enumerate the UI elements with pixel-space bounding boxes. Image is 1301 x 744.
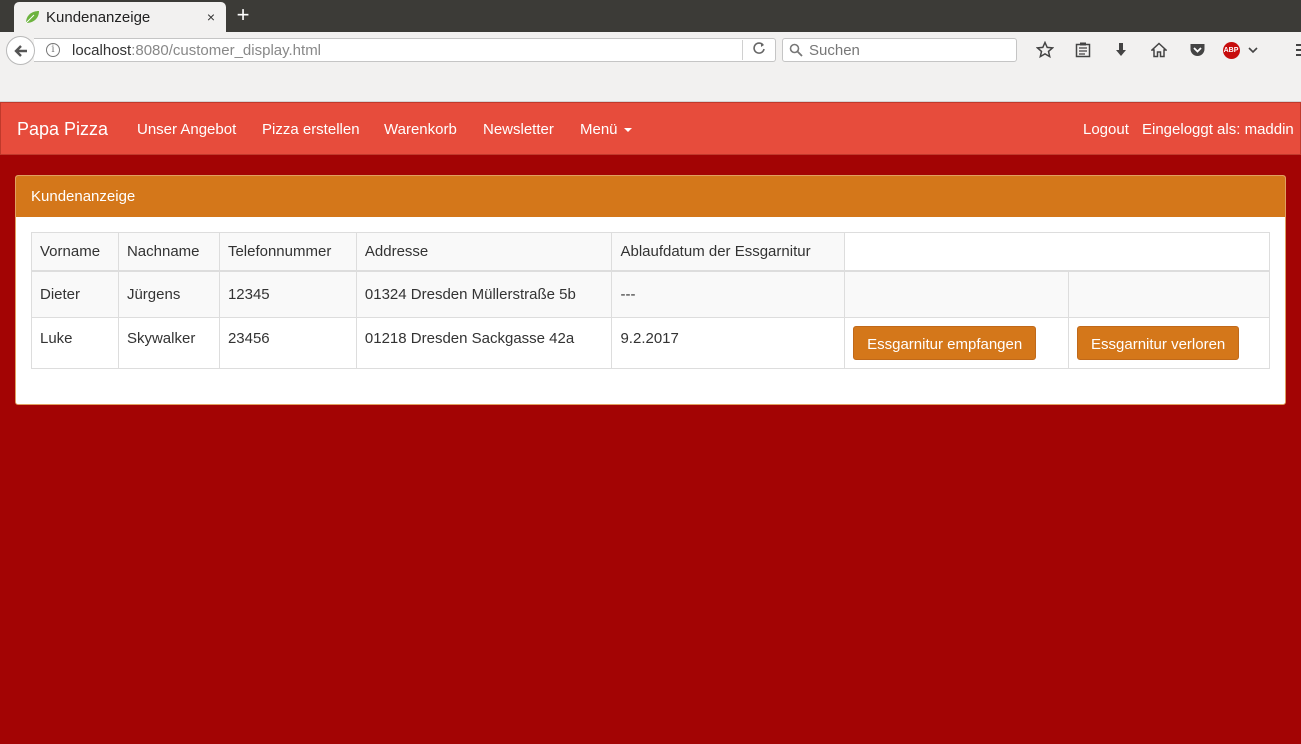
table-header-row: Vorname Nachname Telefonnummer Addresse …: [31, 232, 1270, 272]
panel-title: Kundenanzeige: [16, 176, 1285, 217]
logged-in-user[interactable]: Eingeloggt als: maddin: [1142, 103, 1294, 156]
adblock-badge: ABP: [1222, 41, 1240, 59]
caret-down-icon: [623, 128, 632, 133]
cell-nachname: Skywalker: [117, 317, 220, 369]
home-icon[interactable]: [1140, 38, 1178, 62]
url-path: :8080/customer_display.html: [131, 41, 322, 59]
nav-item-menu-dropdown[interactable]: Menü: [580, 103, 632, 156]
cell-action-lost: Essgarnitur verloren: [1068, 317, 1270, 369]
back-button[interactable]: [6, 36, 35, 65]
nav-item-warenkorb[interactable]: Warenkorb: [384, 103, 457, 156]
search-icon: [789, 43, 803, 57]
cell-action-empty: [844, 270, 1070, 318]
col-header-addresse: Addresse: [355, 232, 613, 272]
reload-icon[interactable]: [743, 41, 775, 59]
bookmark-star-icon[interactable]: [1026, 38, 1064, 62]
col-header-nachname: Nachname: [117, 232, 220, 272]
browser-toolbar-icons: ABP: [1026, 38, 1301, 62]
cell-telefon: 12345: [218, 270, 357, 318]
cell-telefon: 23456: [218, 317, 357, 369]
reading-list-icon[interactable]: [1064, 38, 1102, 62]
info-icon[interactable]: i: [46, 43, 60, 57]
close-tab-icon[interactable]: ×: [200, 9, 222, 25]
new-tab-button[interactable]: +: [232, 4, 254, 28]
cell-vorname: Dieter: [31, 270, 119, 318]
url-text[interactable]: localhost:8080/customer_display.html: [72, 42, 742, 59]
chevron-down-icon[interactable]: [1246, 38, 1260, 62]
menu-label: Menü: [580, 121, 618, 138]
col-header-actions: [844, 232, 1270, 272]
col-header-ablaufdatum: Ablaufdatum der Essgarnitur: [611, 232, 846, 272]
essgarnitur-empfangen-button[interactable]: Essgarnitur empfangen: [853, 326, 1037, 360]
cell-ablaufdatum: 9.2.2017: [611, 317, 846, 369]
logout-link[interactable]: Logout: [1083, 103, 1129, 156]
pocket-icon[interactable]: [1178, 38, 1216, 62]
tab-title: Kundenanzeige: [46, 8, 151, 26]
cell-adresse: 01324 Dresden Müllerstraße 5b: [355, 270, 613, 318]
col-header-telefonnummer: Telefonnummer: [218, 232, 357, 272]
brand-link[interactable]: Papa Pizza: [17, 103, 108, 156]
nav-item-pizza-erstellen[interactable]: Pizza erstellen: [262, 103, 360, 156]
cell-nachname: Jürgens: [117, 270, 220, 318]
hamburger-menu-icon[interactable]: [1260, 38, 1301, 62]
browser-tab[interactable]: Kundenanzeige ×: [14, 2, 226, 32]
customer-panel: Kundenanzeige Vorname Nachname Telefonnu…: [15, 175, 1286, 405]
adblock-icon[interactable]: ABP: [1216, 38, 1246, 62]
nav-item-unser-angebot[interactable]: Unser Angebot: [137, 103, 236, 156]
search-input[interactable]: Suchen: [782, 38, 1017, 62]
cell-action-empty: [1068, 270, 1270, 318]
table-row: Luke Skywalker 23456 01218 Dresden Sackg…: [31, 317, 1270, 369]
cell-adresse: 01218 Dresden Sackgasse 42a: [355, 317, 613, 369]
leaf-icon: [25, 11, 39, 24]
cell-ablaufdatum: ---: [611, 270, 846, 318]
url-bar[interactable]: i localhost:8080/customer_display.html: [34, 38, 776, 62]
search-placeholder: Suchen: [809, 41, 860, 59]
arrow-left-icon: [13, 44, 27, 57]
app-navbar: Papa Pizza Unser Angebot Pizza erstellen…: [0, 102, 1301, 155]
table-row: Dieter Jürgens 12345 01324 Dresden Mülle…: [31, 270, 1270, 318]
url-host: localhost: [72, 41, 132, 59]
browser-tab-bar: Kundenanzeige × +: [0, 0, 1301, 32]
cell-vorname: Luke: [31, 317, 119, 369]
cell-action-received: Essgarnitur empfangen: [844, 317, 1070, 369]
download-icon[interactable]: [1102, 38, 1140, 62]
nav-item-newsletter[interactable]: Newsletter: [483, 103, 554, 156]
essgarnitur-verloren-button[interactable]: Essgarnitur verloren: [1077, 326, 1240, 360]
customer-table: Vorname Nachname Telefonnummer Addresse …: [31, 232, 1270, 369]
browser-toolbar: i localhost:8080/customer_display.html S…: [0, 32, 1301, 102]
col-header-vorname: Vorname: [31, 232, 119, 272]
